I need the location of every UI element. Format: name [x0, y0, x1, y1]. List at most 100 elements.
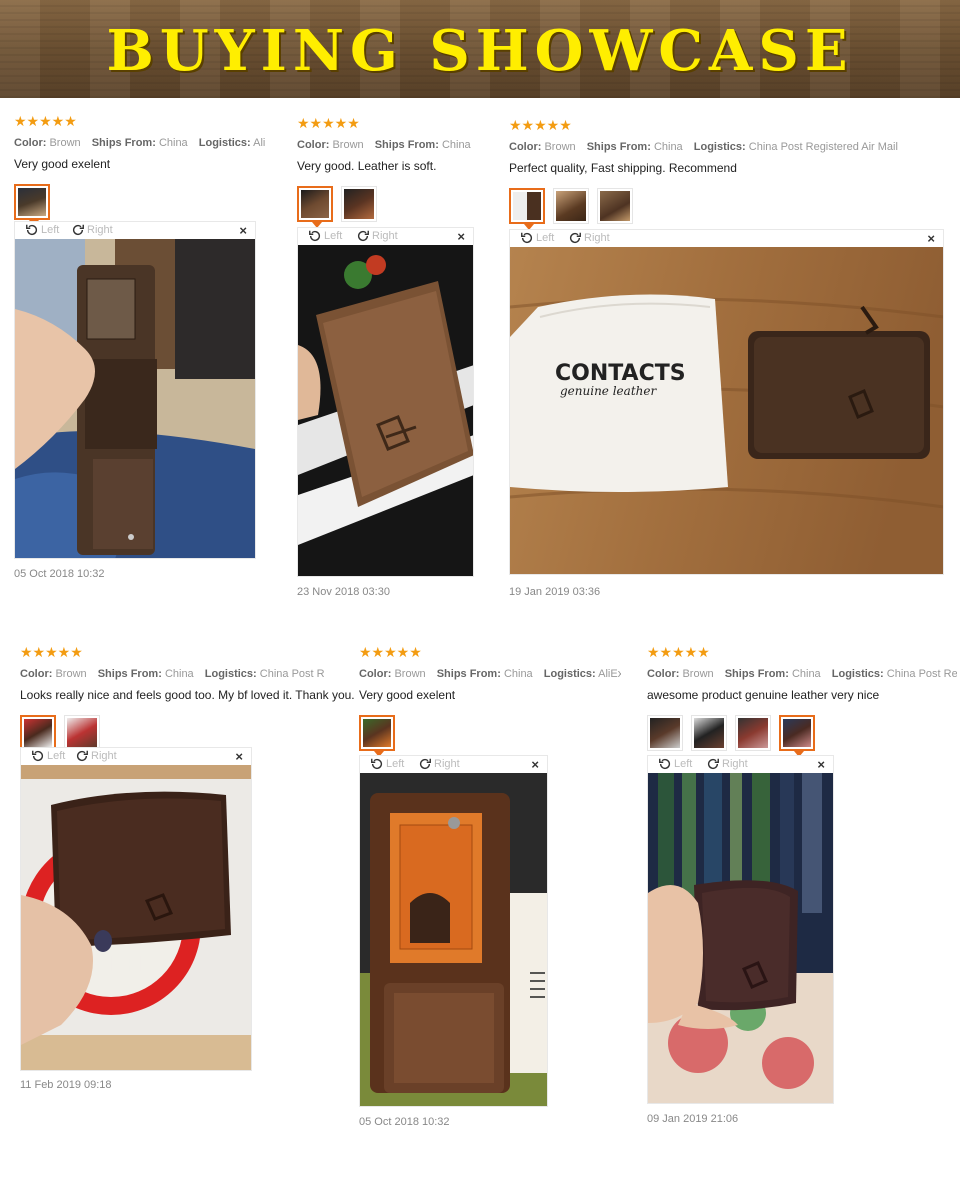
- logistics-label: Logistics:: [543, 668, 596, 680]
- review-photo: CONTACTS genuine leather: [510, 247, 943, 574]
- logistics-label: Logistics:: [198, 137, 251, 149]
- review-card: ★★★★★ Color: Brown Ships From: China Log…: [14, 114, 266, 226]
- rotate-right-icon: [356, 229, 370, 243]
- bag-tagline-text: genuine leather: [560, 384, 657, 398]
- photo-thumbnail[interactable]: [509, 188, 545, 230]
- photo-thumbnail[interactable]: [297, 186, 333, 228]
- review-card: ★★★★★ Color: Brown Ships From: China Log…: [647, 645, 957, 757]
- rotate-right-label: Right: [91, 750, 117, 762]
- rotate-right-button[interactable]: Right: [356, 229, 398, 243]
- rotate-right-label: Right: [722, 758, 748, 770]
- color-label: Color:: [20, 668, 53, 680]
- showcase-banner: BUYING SHOWCASE: [0, 0, 960, 98]
- close-viewer-button[interactable]: ×: [817, 757, 825, 772]
- rating-stars: ★★★★★: [14, 114, 77, 130]
- photo-viewer: Left Right × REFRE: [20, 747, 252, 1071]
- review-meta: Color: Brown Ships From: China Logistics…: [14, 136, 266, 150]
- rotate-right-icon: [706, 757, 720, 771]
- photo-thumbnail[interactable]: [597, 188, 633, 224]
- ships-from-value: China: [164, 668, 194, 680]
- close-viewer-button[interactable]: ×: [531, 757, 539, 772]
- color-value: Brown: [394, 668, 426, 680]
- thumbnail-strip: [20, 715, 325, 757]
- color-label: Color:: [647, 668, 680, 680]
- photo-thumbnail[interactable]: [691, 715, 727, 751]
- photo-thumbnail[interactable]: [647, 715, 683, 751]
- rotate-left-button[interactable]: Left: [370, 757, 404, 771]
- photo-thumbnail[interactable]: [20, 715, 56, 757]
- color-value: Brown: [49, 137, 81, 149]
- viewer-toolbar: Left Right ×: [648, 756, 833, 773]
- review-comment: Very good exelent: [14, 157, 111, 171]
- review-photo: [298, 245, 473, 576]
- rotate-right-icon: [418, 757, 432, 771]
- rotate-left-icon: [370, 757, 384, 771]
- rotate-right-button[interactable]: Right: [568, 231, 610, 245]
- review-photo: [648, 773, 833, 1103]
- close-viewer-button[interactable]: ×: [239, 223, 247, 238]
- rotate-left-icon: [31, 749, 45, 763]
- rotate-left-button[interactable]: Left: [520, 231, 554, 245]
- photo-viewer: Left Right ×: [297, 227, 474, 577]
- color-value: Brown: [332, 139, 364, 151]
- ships-from-value: China: [503, 668, 533, 680]
- logistics-label: Logistics:: [831, 668, 884, 680]
- rotate-right-button[interactable]: Right: [706, 757, 748, 771]
- rotate-right-button[interactable]: Right: [71, 223, 113, 237]
- photo-thumbnail[interactable]: [779, 715, 815, 757]
- review-comment: Perfect quality, Fast shipping. Recommen…: [509, 161, 737, 175]
- ships-from-label: Ships From:: [91, 137, 156, 149]
- rotate-left-button[interactable]: Left: [308, 229, 342, 243]
- review-meta: Color: Brown Ships From: China: [297, 138, 487, 152]
- photo-viewer: Left Right ×: [647, 755, 834, 1104]
- rotate-right-label: Right: [584, 232, 610, 244]
- review-card: ★★★★★ Color: Brown Ships From: China Ver…: [297, 116, 487, 228]
- photo-thumbnail[interactable]: [553, 188, 589, 224]
- photo-thumbnail[interactable]: [341, 186, 377, 222]
- color-label: Color:: [14, 137, 47, 149]
- color-label: Color:: [359, 668, 392, 680]
- review-photo: REFRE: [21, 765, 251, 1070]
- viewer-toolbar: Left Right ×: [15, 222, 255, 239]
- viewer-toolbar: Left Right ×: [298, 228, 473, 245]
- ships-from-value: China: [791, 668, 821, 680]
- photo-viewer: Left Right ×: [359, 755, 548, 1107]
- color-value: Brown: [544, 141, 576, 153]
- ships-from-value: China: [653, 141, 683, 153]
- rating-stars: ★★★★★: [20, 645, 83, 661]
- rotate-left-button[interactable]: Left: [658, 757, 692, 771]
- review-meta: Color: Brown Ships From: China Logistics…: [647, 667, 957, 681]
- rotate-left-button[interactable]: Left: [31, 749, 65, 763]
- thumbnail-strip: [359, 715, 621, 757]
- rotate-left-button[interactable]: Left: [25, 223, 59, 237]
- rating-stars: ★★★★★: [509, 118, 572, 134]
- thumbnail-strip: [14, 184, 266, 226]
- rotate-left-icon: [308, 229, 322, 243]
- rotate-left-label: Left: [324, 230, 343, 242]
- logistics-value: AliExp: [598, 668, 621, 680]
- photo-thumbnail[interactable]: [64, 715, 100, 751]
- viewer-toolbar: Left Right ×: [510, 230, 943, 247]
- photo-thumbnail[interactable]: [14, 184, 50, 226]
- close-viewer-button[interactable]: ×: [235, 749, 243, 764]
- close-viewer-button[interactable]: ×: [457, 229, 465, 244]
- photo-thumbnail[interactable]: [359, 715, 395, 757]
- photo-viewer: Left Right ×: [14, 221, 256, 559]
- rotate-left-label: Left: [386, 758, 405, 770]
- bag-brand-text: CONTACTS: [555, 361, 686, 386]
- photo-thumbnail[interactable]: [735, 715, 771, 751]
- review-card: ★★★★★ Color: Brown Ships From: China Log…: [509, 118, 949, 230]
- review-comment: Looks really nice and feels good too. My…: [20, 688, 355, 702]
- viewer-toolbar: Left Right ×: [360, 756, 547, 773]
- rotate-right-button[interactable]: Right: [418, 757, 460, 771]
- rating-stars: ★★★★★: [647, 645, 710, 661]
- rotate-right-icon: [568, 231, 582, 245]
- review-meta: Color: Brown Ships From: China Logistics…: [509, 140, 949, 154]
- review-comment: Very good. Leather is soft.: [297, 159, 437, 173]
- review-date: 09 Jan 2019 21:06: [647, 1113, 739, 1125]
- review-comment: awesome product genuine leather very nic…: [647, 688, 880, 702]
- color-value: Brown: [682, 668, 714, 680]
- rotate-right-button[interactable]: Right: [75, 749, 117, 763]
- close-viewer-button[interactable]: ×: [927, 231, 935, 246]
- review-photo: [360, 773, 547, 1106]
